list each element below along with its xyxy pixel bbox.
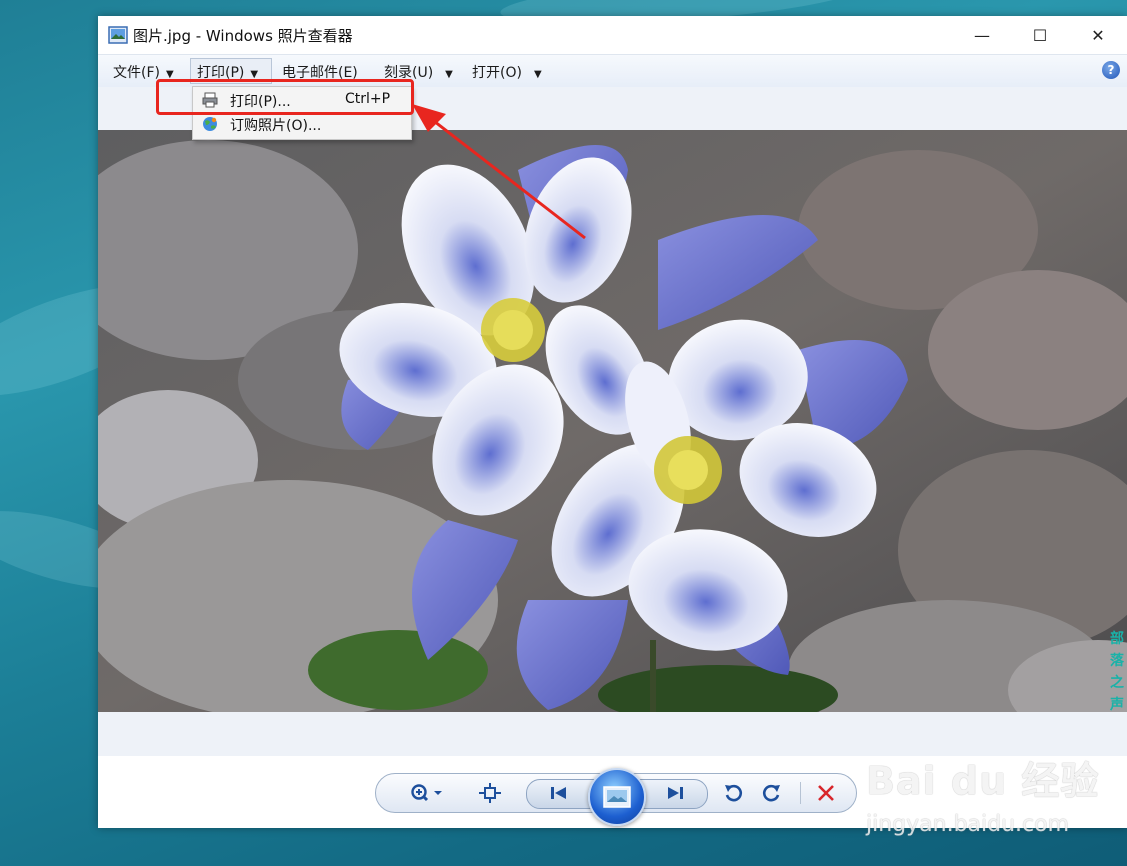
side-vertical-text: 部落之声 (1110, 631, 1124, 713)
watermark-site: jingyan.baidu.com (866, 812, 1070, 837)
watermark-logo: Bai du 经验 (866, 759, 1100, 803)
baidu-jingyan-watermark: Bai du 经验 jingyan.baidu.com (866, 750, 1098, 840)
annotation-arrow (412, 104, 586, 240)
